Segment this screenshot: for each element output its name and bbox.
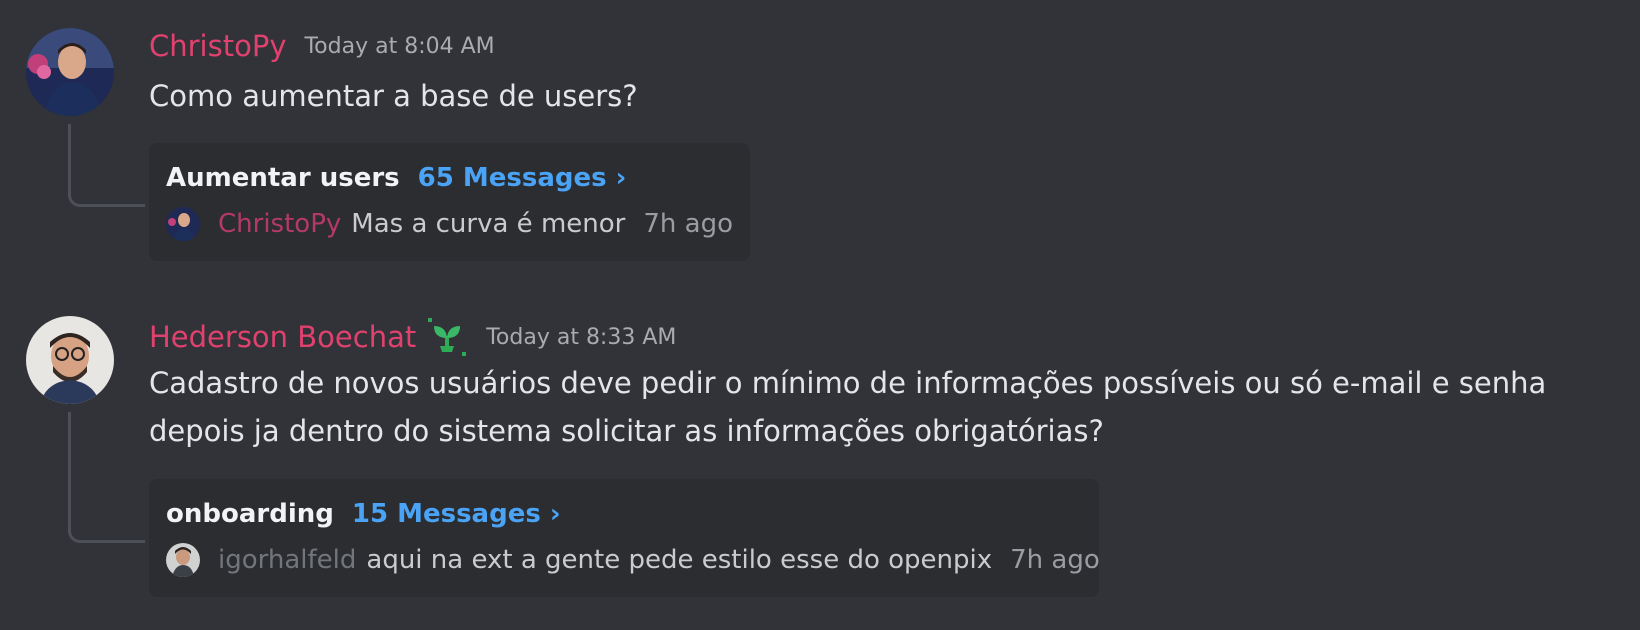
message-header: ChristoPy Today at 8:04 AM: [149, 28, 495, 64]
thread-message-count-link[interactable]: 15 Messages ›: [352, 499, 561, 529]
thread-message-count-link[interactable]: 65 Messages ›: [418, 163, 627, 193]
thread-last-text: aqui na ext a gente pede estilo esse do …: [366, 545, 993, 575]
thread-last-message: igorhalfeld aqui na ext a gente pede est…: [166, 543, 1100, 577]
mini-avatar-igorhalfeld: [166, 543, 200, 577]
message-timestamp: Today at 8:04 AM: [304, 33, 495, 59]
avatar-hederson[interactable]: [26, 316, 114, 404]
thread-name: onboarding: [166, 499, 334, 529]
thread-last-author: igorhalfeld: [218, 545, 357, 575]
author-name[interactable]: ChristoPy: [149, 28, 286, 64]
thread-title-row: onboarding 15 Messages ›: [166, 499, 561, 529]
thread-last-author: ChristoPy: [218, 209, 342, 239]
message-content: Como aumentar a base de users?: [149, 79, 638, 113]
message-header: Hederson Boechat Today at 8:33 AM: [149, 316, 676, 358]
thread-name: Aumentar users: [166, 163, 400, 193]
thread-card[interactable]: onboarding 15 Messages › igorhalfeld aqu…: [149, 479, 1100, 597]
thread-connector: [68, 124, 145, 207]
avatar-christopy[interactable]: [26, 28, 114, 116]
thread-last-message: ChristoPy Mas a curva é menor 7h ago: [166, 207, 733, 241]
sprout-icon[interactable]: [426, 316, 468, 358]
thread-last-time: 7h ago: [643, 209, 733, 239]
thread-last-text: Mas a curva é menor: [351, 209, 626, 239]
author-name[interactable]: Hederson Boechat: [149, 319, 416, 355]
thread-connector: [68, 412, 145, 543]
mini-avatar-christopy: [166, 207, 200, 241]
thread-last-time: 7h ago: [1010, 545, 1100, 575]
thread-card[interactable]: Aumentar users 65 Messages › ChristoPy M…: [149, 143, 750, 261]
message-content: Cadastro de novos usuários deve pedir o …: [149, 366, 1547, 448]
message-timestamp: Today at 8:33 AM: [486, 324, 677, 350]
thread-title-row: Aumentar users 65 Messages ›: [166, 163, 626, 193]
